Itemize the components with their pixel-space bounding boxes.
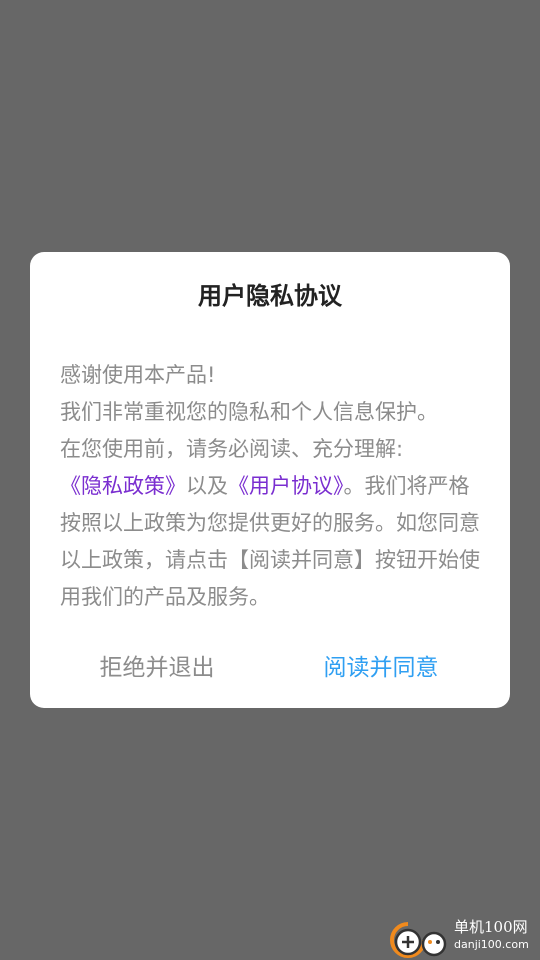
privacy-policy-link[interactable]: 《隐私政策》 — [60, 474, 186, 498]
site-watermark: 单机100网 danji100.com — [388, 916, 538, 958]
dialog-body: 感谢使用本产品! 我们非常重视您的隐私和个人信息保护。 在您使用前，请务必阅读、… — [60, 357, 480, 616]
dialog-title: 用户隐私协议 — [198, 282, 342, 310]
privacy-dialog: 用户隐私协议 感谢使用本产品! 我们非常重视您的隐私和个人信息保护。 在您使用前… — [30, 252, 510, 708]
dialog-buttons: 拒绝并退出 阅读并同意 — [30, 650, 510, 686]
watermark-site-name: 单机100网 — [454, 918, 528, 936]
read-prompt-text: 在您使用前，请务必阅读、充分理解: — [60, 437, 404, 461]
decline-exit-button[interactable]: 拒绝并退出 — [67, 650, 247, 686]
read-agree-button[interactable]: 阅读并同意 — [291, 650, 471, 686]
and-text: 以及 — [186, 474, 228, 498]
user-agreement-link[interactable]: 《用户协议》 — [228, 474, 344, 498]
greeting-text: 感谢使用本产品! — [60, 363, 216, 387]
privacy-statement-text: 我们非常重视您的隐私和个人信息保护。 — [60, 400, 438, 424]
watermark-logo-icon — [390, 922, 447, 958]
watermark-site-url: danji100.com — [454, 938, 529, 951]
